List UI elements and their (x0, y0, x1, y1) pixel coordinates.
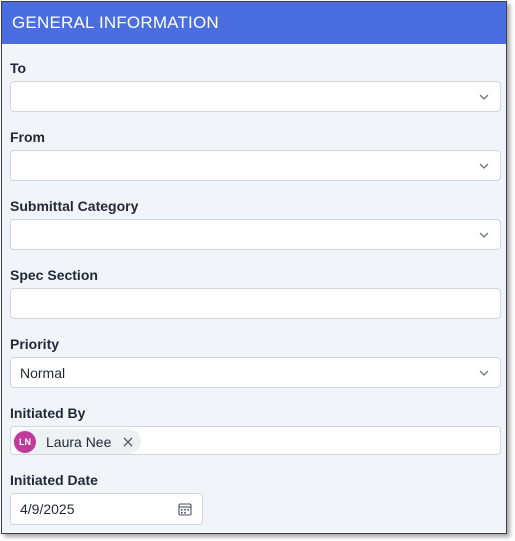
close-icon[interactable] (123, 437, 133, 447)
chevron-down-icon (479, 163, 489, 169)
chevron-down-icon (479, 94, 489, 100)
submittal-category-label: Submittal Category (10, 198, 139, 214)
from-label: From (10, 129, 45, 145)
initiated-date-label: Initiated Date (10, 472, 98, 488)
to-select[interactable] (10, 81, 501, 112)
initiated-by-label: Initiated By (10, 405, 86, 421)
initiated-by-input[interactable]: LN Laura Nee (10, 426, 501, 455)
user-chip-name: Laura Nee (46, 433, 112, 450)
initiated-date-value: 4/9/2025 (20, 501, 75, 517)
to-label: To (10, 60, 27, 76)
chevron-down-icon (479, 370, 489, 376)
priority-value: Normal (20, 365, 66, 381)
general-information-panel: GENERAL INFORMATION To From Submittal Ca… (1, 1, 507, 534)
user-chip: LN Laura Nee (13, 429, 142, 454)
chevron-down-icon (479, 232, 489, 238)
priority-label: Priority (10, 336, 60, 352)
calendar-icon[interactable] (178, 502, 192, 516)
priority-select[interactable]: Normal (10, 357, 501, 388)
panel-title: GENERAL INFORMATION (2, 2, 506, 44)
spec-section-label: Spec Section (10, 267, 98, 283)
spec-section-input[interactable] (10, 288, 501, 319)
avatar: LN (14, 430, 36, 453)
from-select[interactable] (10, 150, 501, 181)
initiated-date-input[interactable]: 4/9/2025 (10, 493, 203, 525)
submittal-category-select[interactable] (10, 219, 501, 250)
